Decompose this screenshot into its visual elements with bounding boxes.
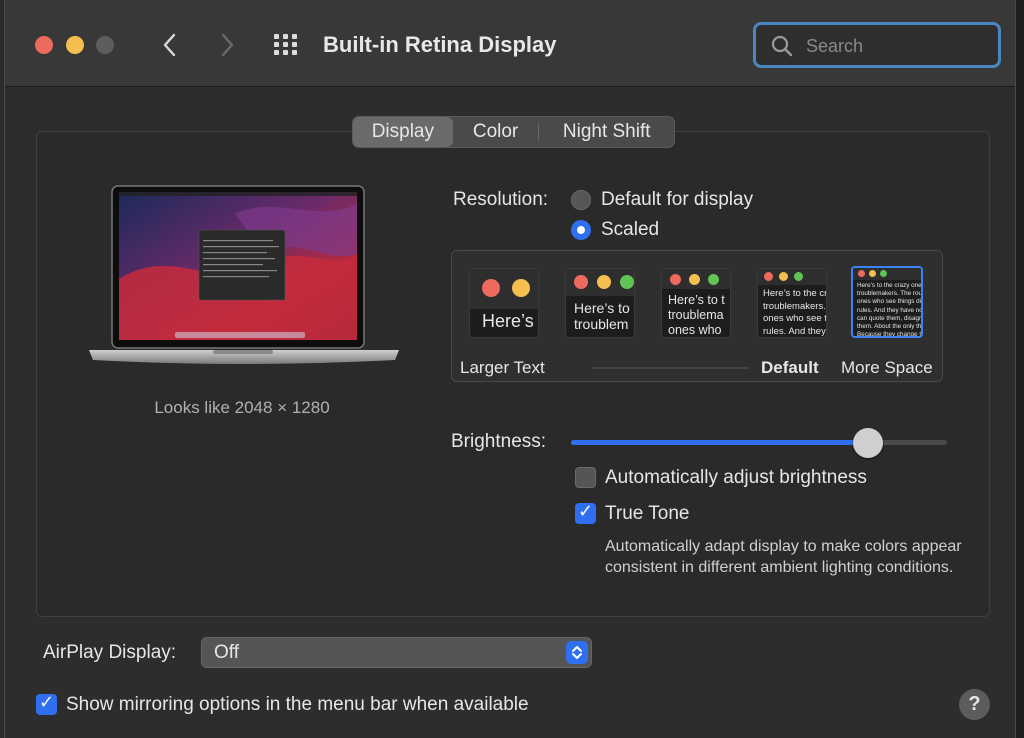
airplay-selected-value: Off xyxy=(214,642,239,663)
search-icon xyxy=(771,35,793,57)
help-button[interactable]: ? xyxy=(959,689,990,720)
larger-text-label: Larger Text xyxy=(460,358,545,377)
scale-option-default[interactable]: Here’s to the cr troublemakers. ones who… xyxy=(757,268,827,338)
zoom-window-button[interactable] xyxy=(96,36,114,54)
option-default-for-display-label[interactable]: Default for display xyxy=(601,189,753,211)
true-tone-description: Automatically adapt display to make colo… xyxy=(605,538,962,576)
slider-knob[interactable] xyxy=(853,428,884,458)
preview-text: Here’s to the cr troublemakers. ones who… xyxy=(763,288,826,337)
search-box[interactable] xyxy=(753,22,1001,68)
preview-text: Here’s to t troublema ones who xyxy=(668,293,725,337)
true-tone-checkbox[interactable] xyxy=(575,501,596,524)
window-title: Built-in Retina Display xyxy=(323,32,557,57)
back-button[interactable] xyxy=(155,30,185,60)
show-all-button[interactable] xyxy=(272,33,300,57)
option-scaled-label[interactable]: Scaled xyxy=(601,219,659,241)
looks-like-resolution: Looks like 2048 × 1280 xyxy=(154,398,330,417)
select-arrows-button[interactable] xyxy=(566,641,588,664)
resolution-label: Resolution: xyxy=(453,189,549,210)
mirroring-options-checkbox[interactable] xyxy=(36,692,57,715)
mirroring-options-label[interactable]: Show mirroring options in the menu bar w… xyxy=(66,694,529,716)
search-input[interactable] xyxy=(804,32,988,60)
system-preferences-window: Built-in Retina Display Display Color Ni… xyxy=(4,0,1016,738)
preview-text: Here’s to the crazy one troublemakers. T… xyxy=(857,282,921,338)
brightness-slider[interactable] xyxy=(571,428,947,458)
slider-fill xyxy=(571,440,869,445)
forward-button[interactable] xyxy=(212,30,242,60)
tab-night-shift[interactable]: Night Shift xyxy=(539,117,674,147)
up-down-chevron-icon xyxy=(572,646,582,659)
tab-bar: Display Color Night Shift xyxy=(352,116,675,148)
minimize-window-button[interactable] xyxy=(66,36,84,54)
true-tone-label[interactable]: True Tone xyxy=(605,503,690,525)
tab-display[interactable]: Display xyxy=(353,117,453,147)
chevron-left-icon xyxy=(163,33,176,57)
preview-text: Here’s to t troublem xyxy=(574,300,634,332)
tab-color[interactable]: Color xyxy=(453,117,539,147)
preview-text: Here’s xyxy=(482,311,534,331)
grid-icon xyxy=(274,34,297,55)
scale-divider xyxy=(593,367,749,369)
scale-option-3[interactable]: Here’s to t troublema ones who xyxy=(661,268,731,338)
auto-brightness-checkbox[interactable] xyxy=(575,467,596,488)
scale-option-more-space[interactable]: Here’s to the crazy one troublemakers. T… xyxy=(851,266,923,338)
radio-scaled[interactable] xyxy=(571,220,591,240)
background-window-edge xyxy=(1016,0,1024,738)
title-bar: Built-in Retina Display xyxy=(5,0,1015,87)
close-window-button[interactable] xyxy=(35,36,53,54)
airplay-display-select[interactable]: Off xyxy=(201,637,592,668)
more-space-label: More Space xyxy=(841,358,933,377)
auto-brightness-label[interactable]: Automatically adjust brightness xyxy=(605,467,867,489)
default-label: Default xyxy=(761,358,819,377)
brightness-label: Brightness: xyxy=(451,431,547,452)
laptop-illustration xyxy=(89,185,399,364)
chevron-right-icon xyxy=(221,33,234,57)
radio-default-for-display[interactable] xyxy=(571,190,591,210)
scale-option-2[interactable]: Here’s to t troublem xyxy=(565,268,635,338)
scale-option-larger-text[interactable]: Here’s xyxy=(469,268,539,338)
airplay-display-label: AirPlay Display: xyxy=(43,642,177,663)
